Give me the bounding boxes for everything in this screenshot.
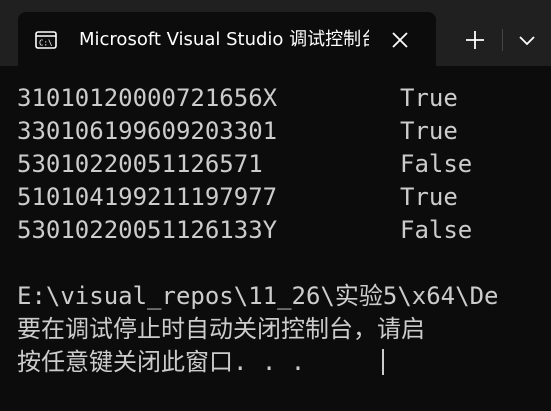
console-output[interactable]: 31010120000721656X True 3301061996092033… — [0, 66, 551, 411]
id-number: 510104199211197977 — [17, 183, 278, 211]
result-row: 53010220051126571 False — [17, 149, 472, 179]
terminal-window: C:\ Microsoft Visual Studio 调试控制台 310101… — [0, 0, 551, 411]
validity-value: False — [400, 216, 473, 244]
validity-value: True — [400, 117, 458, 145]
validity-value: True — [400, 183, 458, 211]
result-row: 53010220051126133Y False — [17, 215, 472, 245]
auto-close-hint-line: 要在调试停止时自动关闭控制台，请启 — [17, 315, 425, 343]
svg-text:C:\: C:\ — [39, 39, 53, 48]
tab-title: Microsoft Visual Studio 调试控制台 — [79, 29, 369, 50]
validity-value: False — [400, 150, 473, 178]
close-icon[interactable] — [389, 29, 411, 51]
id-number: 53010220051126571 — [17, 150, 263, 178]
result-row: 330106199609203301 True — [17, 116, 458, 146]
console-app-icon: C:\ — [35, 31, 57, 49]
title-bar: C:\ Microsoft Visual Studio 调试控制台 — [0, 0, 551, 66]
text-cursor — [382, 349, 384, 375]
id-number: 31010120000721656X — [17, 84, 278, 112]
id-number: 53010220051126133Y — [17, 216, 278, 244]
result-row: 510104199211197977 True — [17, 182, 458, 212]
validity-value: True — [400, 84, 458, 112]
titlebar-separator — [502, 29, 503, 51]
chevron-down-icon[interactable] — [512, 25, 542, 55]
tab-debug-console[interactable]: C:\ Microsoft Visual Studio 调试控制台 — [18, 12, 436, 66]
plus-icon[interactable] — [460, 25, 490, 55]
result-row: 31010120000721656X True — [17, 83, 458, 113]
exe-path-line: E:\visual_repos\11_26\实验5\x64\De — [17, 282, 499, 310]
id-number: 330106199609203301 — [17, 117, 278, 145]
press-any-key-line: 按任意键关闭此窗口. . . — [17, 348, 306, 376]
